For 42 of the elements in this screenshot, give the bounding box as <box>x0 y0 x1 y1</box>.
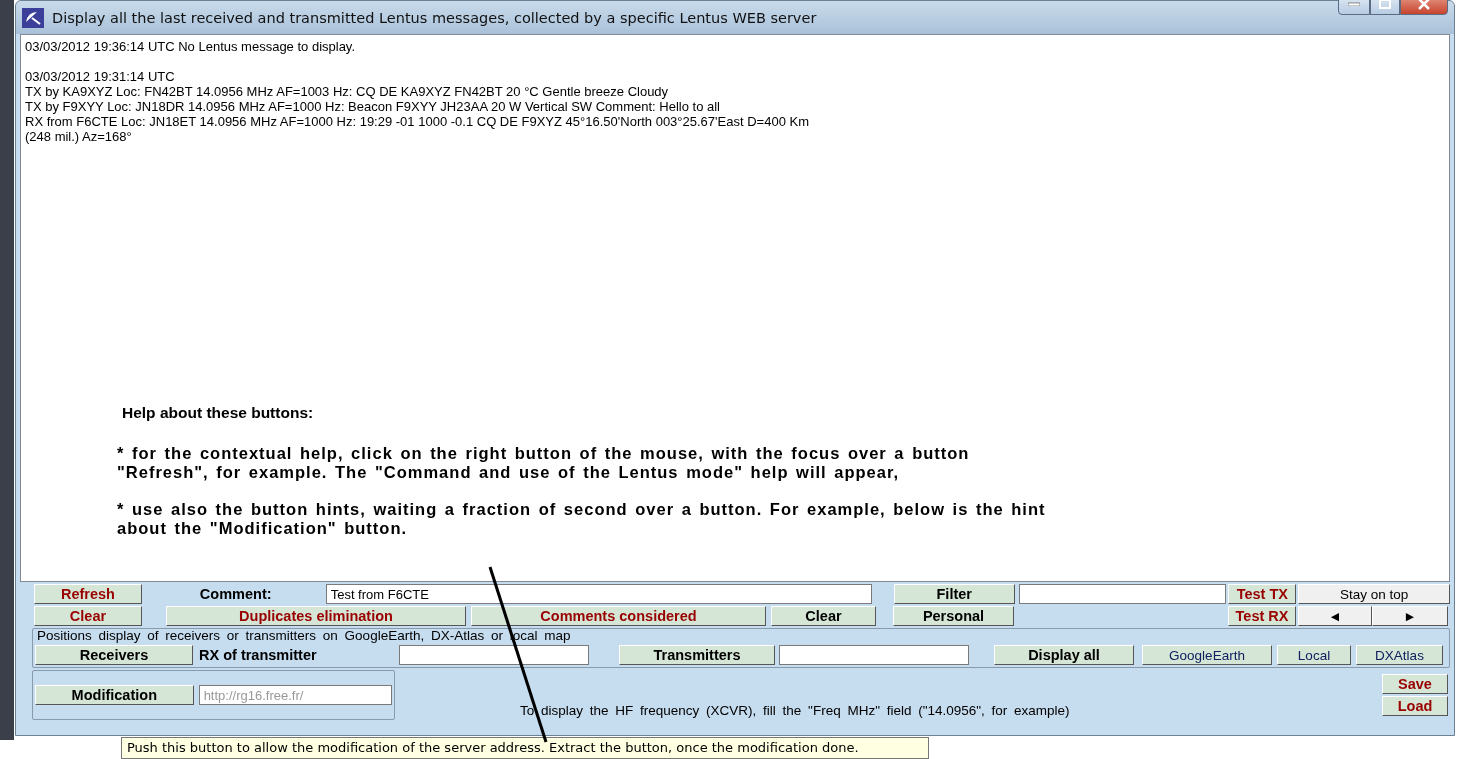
log-line: 03/03/2012 19:31:14 UTC <box>25 69 176 84</box>
maximize-icon <box>1379 0 1391 9</box>
log-line: TX by F9XYY Loc: JN18DR 14.0956 MHz AF=1000 Hz: Beacon F9XYY JH23AA 20 W Vertical SW Comment: Hello to all <box>25 99 721 114</box>
frequency-hint: To display the HF frequency (XCVR), fill the "Freq MHz" field ("14.0956", for example) <box>520 703 1070 718</box>
rx-of-transmitter-label: RX of transmitter <box>199 647 318 663</box>
log-line: (248 mil.) Az=168° <box>25 129 133 144</box>
log-line: TX by KA9XYZ Loc: FN42BT 14.0956 MHz AF=1003 Hz: CQ DE KA9XYZ FN42BT 20 °C Gentle breeze Cloudy <box>25 84 670 99</box>
local-button[interactable]: Local <box>1277 645 1351 665</box>
next-button[interactable]: ► <box>1372 606 1448 626</box>
clear-button[interactable]: Clear <box>771 606 876 626</box>
filter-field[interactable] <box>1018 584 1227 604</box>
display-all-button[interactable]: Display all <box>994 645 1134 665</box>
test-tx-button[interactable]: Test TX <box>1228 584 1297 604</box>
minimize-icon <box>1348 2 1360 6</box>
receivers-button[interactable]: Receivers <box>35 645 193 665</box>
close-icon <box>1417 0 1431 10</box>
help-heading: Help about these buttons: <box>122 403 315 422</box>
modification-button[interactable]: Modification <box>35 685 194 705</box>
help-paragraph: * for the contextual help, click on the right button of the mouse, with the focus over a button "Refresh", for example. The "Command and use of the Lentus mode" help will appear, <box>117 444 971 482</box>
stay-on-top-button[interactable]: Stay on top <box>1298 584 1450 604</box>
comments-considered-button[interactable]: Comments considered <box>471 606 766 626</box>
previous-button[interactable]: ◄ <box>1298 606 1372 626</box>
load-button[interactable]: Load <box>1382 696 1448 716</box>
log-line: 03/03/2012 19:36:14 UTC No Lentus message to display. <box>25 39 357 54</box>
comment-field[interactable]: Test from F6CTE <box>325 584 872 604</box>
test-rx-button[interactable]: Test RX <box>1228 606 1296 626</box>
google-earth-button[interactable]: GoogleEarth <box>1142 645 1272 665</box>
duplicates-elimination-button[interactable]: Duplicates elimination <box>166 606 466 626</box>
filter-button[interactable]: Filter <box>893 584 1015 604</box>
comment-label: Comment: <box>199 586 273 602</box>
window-title: Display all the last received and transmitted Lentus messages, collected by a specific Lentus WEB server <box>52 9 818 26</box>
save-button[interactable]: Save <box>1382 674 1448 694</box>
refresh-button[interactable]: Refresh <box>34 584 142 604</box>
personal-button[interactable]: Personal <box>893 606 1014 626</box>
transmitters-button[interactable]: Transmitters <box>619 645 775 665</box>
tooltip: Push this button to allow the modification of the server address. Extract the button, once the modification done. <box>121 737 929 759</box>
help-paragraph: * use also the button hints, waiting a fraction of second over a button. For example, below is the hint about the "Modification" button. <box>117 500 1047 538</box>
log-line: RX from F6CTE Loc: JN18ET 14.0956 MHz AF=1000 Hz: 19:29 -01 1000 -0.1 CQ DE F9XYZ 45°16.50'North 003°25.67'East D=400 Km <box>25 114 810 129</box>
rx-of-transmitter-field[interactable] <box>399 645 589 665</box>
dxatlas-button[interactable]: DXAtlas <box>1356 645 1443 665</box>
clear-button[interactable]: Clear <box>34 606 142 626</box>
transmitters-field[interactable] <box>779 645 969 665</box>
